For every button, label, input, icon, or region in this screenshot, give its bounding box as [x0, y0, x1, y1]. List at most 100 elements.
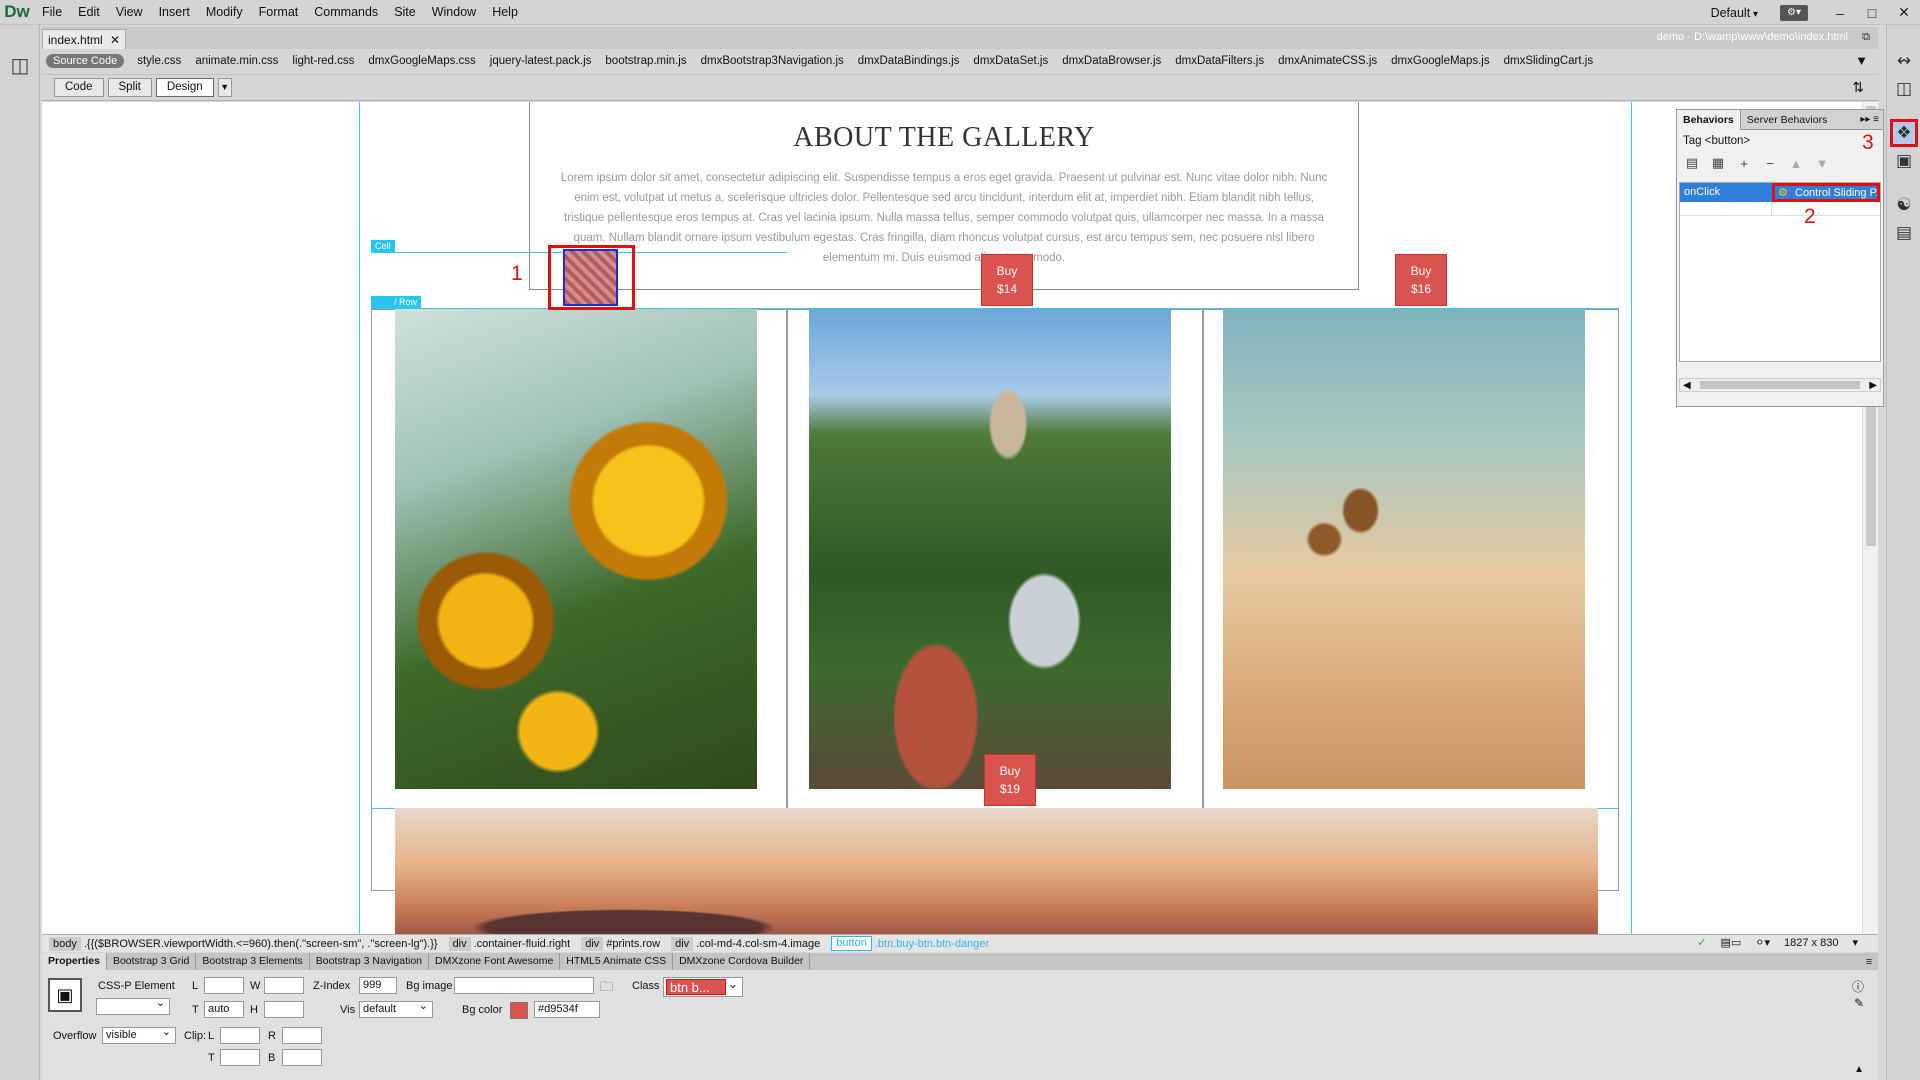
tab-behaviors[interactable]: Behaviors — [1677, 109, 1741, 130]
remove-behavior-icon[interactable]: − — [1759, 156, 1781, 171]
device-preview-icon[interactable]: ▤▭ — [1720, 936, 1741, 949]
l-input[interactable] — [204, 977, 244, 994]
menu-window[interactable]: Window — [424, 0, 484, 25]
menu-view[interactable]: View — [108, 0, 151, 25]
split-view-button[interactable]: Split — [107, 78, 152, 97]
related-file[interactable]: jquery-latest.pack.js — [490, 55, 592, 67]
code-view-button[interactable]: Code — [54, 78, 104, 97]
related-file[interactable]: dmxDataFilters.js — [1175, 55, 1264, 67]
insert-panel-icon[interactable]: ◫ — [9, 53, 31, 77]
h-input[interactable] — [264, 1001, 304, 1018]
minimize-button[interactable]: – — [1824, 5, 1856, 21]
filter-icon[interactable]: ▼ — [1855, 53, 1868, 68]
buy-button[interactable]: Buy $14 — [981, 254, 1033, 306]
sync-settings-icon[interactable]: ⚙▾ — [1780, 4, 1808, 21]
related-file[interactable]: animate.min.css — [195, 55, 278, 67]
behaviors-panel-icon[interactable]: ❖ — [1890, 119, 1918, 147]
show-set-events-icon[interactable]: ▤ — [1681, 155, 1703, 171]
preview-globe-icon[interactable]: ⚪▾ — [1755, 936, 1770, 949]
window-size-dropdown-icon[interactable]: ▾ — [1852, 936, 1858, 949]
menu-modify[interactable]: Modify — [198, 0, 251, 25]
scroll-right-icon[interactable]: ▶ — [1869, 380, 1877, 391]
menu-help[interactable]: Help — [484, 0, 526, 25]
panel-menu-icon[interactable]: ≡ — [1866, 956, 1878, 968]
behavior-event[interactable]: onClick — [1680, 183, 1772, 202]
help-icon[interactable]: ⓘ — [1852, 978, 1864, 995]
show-all-events-icon[interactable]: ▦ — [1707, 155, 1729, 171]
restore-document-icon[interactable]: ⧉ — [1862, 31, 1870, 44]
w-input[interactable] — [264, 977, 304, 994]
scrollbar-thumb[interactable] — [1700, 381, 1860, 389]
bg-color-swatch[interactable] — [510, 1002, 528, 1019]
close-window-button[interactable]: ✕ — [1888, 4, 1920, 21]
zindex-input[interactable]: 999 — [359, 977, 397, 994]
behavior-row[interactable]: onClick ⚙ Control Sliding P... — [1680, 183, 1880, 202]
menu-site[interactable]: Site — [386, 0, 424, 25]
tab-cordova-builder[interactable]: DMXzone Cordova Builder — [673, 953, 811, 970]
tab-properties[interactable]: Properties — [42, 953, 107, 970]
clip-t-input[interactable] — [220, 1049, 260, 1066]
validation-ok-icon[interactable]: ✓ — [1697, 936, 1706, 949]
tab-font-awesome[interactable]: DMXzone Font Awesome — [429, 953, 561, 970]
tag-button-active[interactable]: button — [831, 936, 872, 951]
related-file[interactable]: dmxAnimateCSS.js — [1278, 55, 1377, 67]
files-panel-icon[interactable]: ↭ — [1892, 49, 1916, 73]
assets-panel-icon[interactable]: ▣ — [1892, 149, 1916, 173]
edit-rule-icon[interactable]: ✎ — [1854, 996, 1864, 1010]
tab-animate-css[interactable]: HTML5 Animate CSS — [560, 953, 674, 970]
clip-r-input[interactable] — [282, 1027, 322, 1044]
related-file[interactable]: dmxDataSet.js — [973, 55, 1048, 67]
class-select[interactable]: btn b... — [663, 977, 743, 997]
related-file[interactable]: dmxDataBindings.js — [858, 55, 960, 67]
menu-commands[interactable]: Commands — [306, 0, 386, 25]
vis-select[interactable]: default — [359, 999, 433, 1018]
overflow-select[interactable]: visible — [102, 1025, 176, 1044]
folder-icon[interactable]: 🗀 — [600, 978, 613, 1000]
clip-l-input[interactable] — [220, 1027, 260, 1044]
maximize-button[interactable]: □ — [1856, 5, 1888, 21]
menu-format[interactable]: Format — [251, 0, 307, 25]
menu-file[interactable]: File — [34, 0, 70, 25]
move-down-icon[interactable]: ▼ — [1811, 156, 1833, 171]
workspace-switcher[interactable]: Default — [1711, 6, 1758, 20]
window-size-readout[interactable]: 1827 x 830 — [1784, 937, 1838, 949]
tab-bootstrap-navigation[interactable]: Bootstrap 3 Navigation — [310, 953, 430, 970]
behavior-action[interactable]: ⚙ Control Sliding P... — [1772, 183, 1880, 202]
buy-button[interactable]: Buy $19 — [984, 754, 1036, 806]
bg-image-input[interactable] — [454, 977, 594, 994]
scroll-left-icon[interactable]: ◀ — [1683, 380, 1691, 391]
related-file[interactable]: dmxGoogleMaps.js — [1391, 55, 1489, 67]
related-file[interactable]: light-red.css — [292, 55, 354, 67]
tab-bootstrap-grid[interactable]: Bootstrap 3 Grid — [107, 953, 197, 970]
related-file[interactable]: dmxBootstrap3Navigation.js — [701, 55, 844, 67]
snippets-panel-icon[interactable]: ▤ — [1892, 221, 1916, 245]
database-panel-icon[interactable]: ◫ — [1892, 77, 1916, 101]
bg-color-input[interactable]: #d9534f — [534, 1001, 600, 1018]
related-file[interactable]: dmxSlidingCart.js — [1504, 55, 1593, 67]
related-file[interactable]: bootstrap.min.js — [605, 55, 686, 67]
tab-server-behaviors[interactable]: Server Behaviors — [1741, 110, 1834, 130]
menu-edit[interactable]: Edit — [70, 0, 108, 25]
view-dropdown-icon[interactable]: ▼ — [217, 78, 232, 97]
collapse-icon[interactable]: ▲ — [1854, 1064, 1864, 1075]
clip-b-input[interactable] — [282, 1049, 322, 1066]
tab-bootstrap-elements[interactable]: Bootstrap 3 Elements — [196, 953, 310, 970]
dom-panel-icon[interactable]: ☯ — [1892, 193, 1916, 217]
tag-body[interactable]: body — [49, 936, 81, 951]
related-file[interactable]: style.css — [137, 55, 181, 67]
source-code-tab[interactable]: Source Code — [46, 54, 125, 68]
tag-div[interactable]: div — [581, 936, 604, 951]
menu-insert[interactable]: Insert — [151, 0, 198, 25]
element-id-select[interactable] — [96, 996, 170, 1015]
close-tab-icon[interactable]: ✕ — [110, 33, 120, 47]
document-tab[interactable]: index.html ✕ — [42, 29, 126, 49]
related-file[interactable]: dmxGoogleMaps.css — [368, 55, 475, 67]
behaviors-horizontal-scrollbar[interactable]: ◀ ▶ — [1679, 378, 1881, 392]
tag-div[interactable]: div — [448, 936, 471, 951]
move-up-icon[interactable]: ▲ — [1785, 156, 1807, 171]
t-input[interactable]: auto — [204, 1001, 244, 1018]
related-file[interactable]: dmxDataBrowser.js — [1062, 55, 1161, 67]
add-behavior-icon[interactable]: + — [1733, 156, 1755, 171]
panel-menu-icon[interactable]: ▸▸ ≡ — [1860, 114, 1883, 125]
tag-div[interactable]: div — [671, 936, 694, 951]
